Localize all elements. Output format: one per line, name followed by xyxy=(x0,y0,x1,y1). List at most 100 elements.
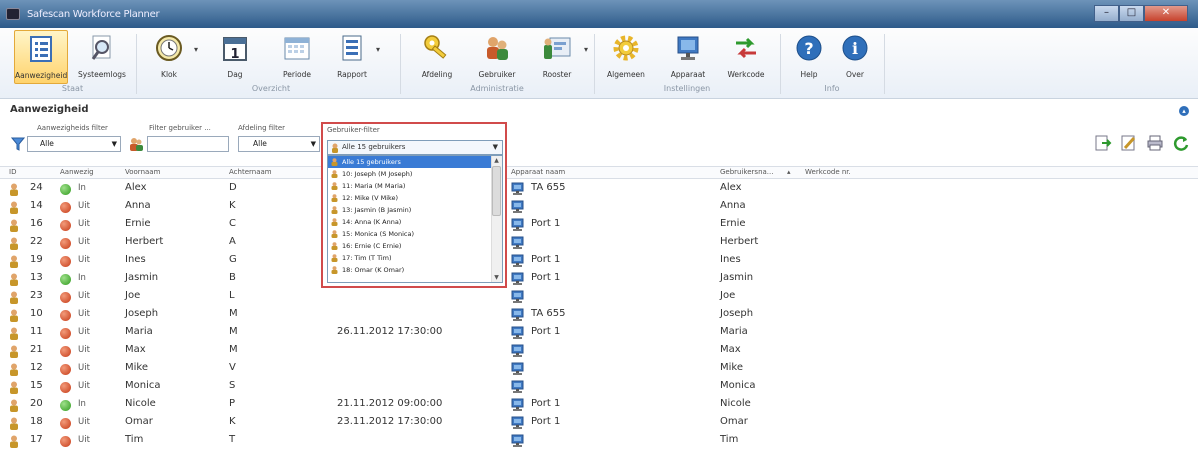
dropdown-option[interactable]: Alle 15 gebruikers xyxy=(328,156,502,168)
cell-id: 21 xyxy=(30,344,43,355)
table-row[interactable]: 24 In Alex D TA 655 Alex xyxy=(0,180,1198,198)
scroll-down-icon[interactable]: ▼ xyxy=(492,273,501,282)
scrollbar-thumb[interactable] xyxy=(492,166,501,216)
cell-achternaam: G xyxy=(229,254,237,265)
schedule-icon xyxy=(544,37,571,59)
refresh-icon[interactable] xyxy=(1172,134,1190,152)
table-row[interactable]: 23 Uit Joe L Joe xyxy=(0,288,1198,306)
ribbon-button-over[interactable]: i Over xyxy=(836,30,874,84)
ribbon-button-werkcode[interactable]: Werkcode xyxy=(722,30,770,84)
table-row[interactable]: 16 Uit Ernie C Port 1 Ernie xyxy=(0,216,1198,234)
table-row[interactable]: 21 Uit Max M Max xyxy=(0,342,1198,360)
dropdown-option[interactable]: 16: Ernie (C Ernie) xyxy=(328,240,502,252)
cell-apparaat: Port 1 xyxy=(531,416,561,427)
dropdown-option[interactable]: 13: Jasmin (B Jasmin) xyxy=(328,204,502,216)
gebruiker-search-input[interactable] xyxy=(147,136,229,152)
table-row[interactable]: 20 In Nicole P 21.11.2012 09:00:00 Port 1 Nico… xyxy=(0,396,1198,414)
help-icon: ? xyxy=(796,35,822,61)
table-row[interactable]: 18 Uit Omar K 23.11.2012 17:30:00 Port 1 Omar xyxy=(0,414,1198,432)
dropdown-option[interactable]: 10: Joseph (M Joseph) xyxy=(328,168,502,180)
cell-status: Uit xyxy=(78,201,90,211)
close-button[interactable]: ✕ xyxy=(1144,5,1188,22)
filter-bar: Aanwezigheid ▴ Aanwezigheids filter Alle… xyxy=(0,100,1198,166)
ribbon-button-klok[interactable]: Klok ▾ xyxy=(146,30,198,84)
dropdown-arrow-icon[interactable]: ▾ xyxy=(194,45,198,54)
status-out-icon xyxy=(60,220,71,231)
scrollbar[interactable]: ▲ ▼ xyxy=(491,156,502,282)
dropdown-arrow-icon[interactable]: ▾ xyxy=(376,45,380,54)
user-icon xyxy=(331,242,338,250)
table-row[interactable]: 22 Uit Herbert A Herbert xyxy=(0,234,1198,252)
cell-id: 13 xyxy=(30,272,43,283)
ribbon-button-algemeen[interactable]: Algemeen xyxy=(604,30,648,84)
column-header-achternaam[interactable]: Achternaam xyxy=(229,168,272,176)
ribbon-button-label: Gebruiker xyxy=(478,70,516,79)
maximize-button[interactable]: □ xyxy=(1119,5,1144,22)
table-row[interactable]: 12 Uit Mike V Mike xyxy=(0,360,1198,378)
gebruiker-filter-select[interactable]: Alle 15 gebruikers ▼ xyxy=(327,140,503,155)
column-header-apparaat[interactable]: Apparaat naam xyxy=(511,168,565,176)
aanwezigheid-filter-select[interactable]: Alle ▼ xyxy=(27,136,121,152)
page-title: Aanwezigheid xyxy=(10,104,89,115)
edit-icon[interactable] xyxy=(1120,134,1138,152)
cell-apparaat: Port 1 xyxy=(531,398,561,409)
afdeling-filter-select[interactable]: Alle ▼ xyxy=(238,136,320,152)
column-header-aanwezig[interactable]: Aanwezig xyxy=(60,168,94,176)
ribbon-button-aanwezigheid[interactable]: Aanwezigheid xyxy=(14,30,68,84)
table-row[interactable]: 15 Uit Monica S Monica xyxy=(0,378,1198,396)
info-icon: i xyxy=(842,35,868,61)
ribbon-button-gebruiker[interactable]: Gebruiker xyxy=(472,30,522,84)
table-row[interactable]: 11 Uit Maria M 26.11.2012 17:30:00 Port 1 Mari… xyxy=(0,324,1198,342)
dropdown-option[interactable]: 12: Mike (V Mike) xyxy=(328,192,502,204)
ribbon-button-systeemlogs[interactable]: Systeemlogs xyxy=(73,30,131,84)
table-row[interactable]: 14 Uit Anna K Anna xyxy=(0,198,1198,216)
cell-voornaam: Max xyxy=(125,344,146,355)
ribbon-button-periode[interactable]: Periode xyxy=(270,30,324,84)
column-header-werkcode[interactable]: Werkcode nr. xyxy=(805,168,851,176)
column-header-id[interactable]: ID xyxy=(9,168,16,176)
cell-voornaam: Anna xyxy=(125,200,151,211)
column-header-gebruikersnaam[interactable]: Gebruikersna... xyxy=(720,168,773,176)
ribbon-button-dag[interactable]: 1 Dag xyxy=(213,30,257,84)
ribbon-button-label: Over xyxy=(845,70,865,79)
user-icon xyxy=(10,417,18,430)
print-icon[interactable] xyxy=(1146,134,1164,152)
user-icon xyxy=(331,266,338,274)
dropdown-option[interactable]: 17: Tim (T Tim) xyxy=(328,252,502,264)
ribbon-button-rooster[interactable]: Rooster ▾ xyxy=(532,30,588,84)
dropdown-option[interactable]: 14: Anna (K Anna) xyxy=(328,216,502,228)
ribbon-button-afdeling[interactable]: Afdeling xyxy=(412,30,462,84)
group-label-instellingen: Instellingen xyxy=(663,84,711,93)
list-icon xyxy=(30,36,52,62)
table-row[interactable]: 13InJasminB21.11.2012 09:00:00Port 1Jasm… xyxy=(0,270,1198,288)
cell-achternaam: M xyxy=(229,326,238,337)
user-icon xyxy=(10,309,18,322)
table-row[interactable]: 17 Uit Tim T Tim xyxy=(0,432,1198,450)
table-row[interactable]: 19 Uit Ines G Port 1 Ines xyxy=(0,252,1198,270)
scroll-up-icon[interactable]: ▲ xyxy=(492,156,501,165)
cell-tijd: 21.11.2012 09:00:00 xyxy=(337,398,443,409)
dropdown-option[interactable]: 15: Monica (S Monica) xyxy=(328,228,502,240)
ribbon-button-label: Systeemlogs xyxy=(78,70,126,79)
cell-gebruikersnaam: Omar xyxy=(720,416,748,427)
ribbon-button-label: Periode xyxy=(282,70,311,79)
dropdown-option[interactable]: 18: Omar (K Omar) xyxy=(328,264,502,276)
dropdown-arrow-icon[interactable]: ▾ xyxy=(584,45,588,54)
dropdown-option[interactable]: 11: Maria (M Maria) xyxy=(328,180,502,192)
table-row[interactable]: 10 Uit Joseph M TA 655 Joseph xyxy=(0,306,1198,324)
ribbon-button-apparaat[interactable]: Apparaat xyxy=(664,30,712,84)
user-icon xyxy=(10,363,18,376)
cell-id: 16 xyxy=(30,218,43,229)
collapse-icon[interactable]: ▴ xyxy=(1179,106,1189,116)
status-out-icon xyxy=(60,346,71,357)
cell-status: Uit xyxy=(78,435,90,445)
export-icon[interactable] xyxy=(1094,134,1112,152)
ribbon-button-rapport[interactable]: Rapport ▾ xyxy=(330,30,380,84)
cell-voornaam: Omar xyxy=(125,416,153,427)
column-header-voornaam[interactable]: Voornaam xyxy=(125,168,160,176)
cell-achternaam: M xyxy=(229,344,238,355)
minimize-button[interactable]: – xyxy=(1094,5,1119,22)
ribbon-button-label: Rapport xyxy=(337,70,367,79)
ribbon-button-help[interactable]: ? Help xyxy=(790,30,828,84)
cell-id: 17 xyxy=(30,434,43,445)
